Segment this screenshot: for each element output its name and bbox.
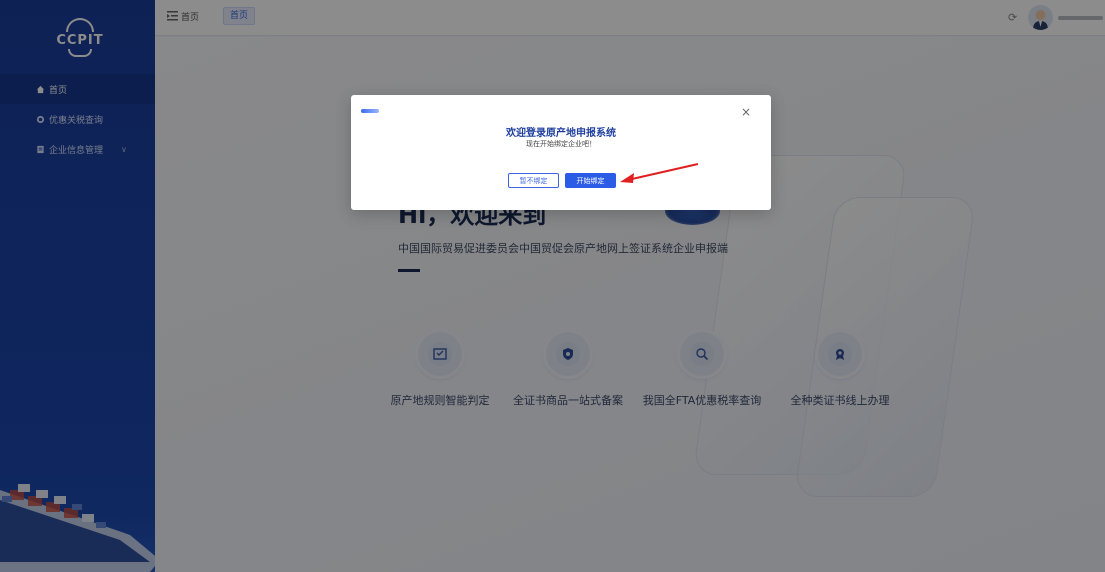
dialog-subtitle: 现在开始绑定企业吧！ — [526, 140, 596, 148]
skip-binding-button[interactable]: 暂不绑定 — [508, 173, 559, 188]
start-binding-button[interactable]: 开始绑定 — [565, 173, 616, 188]
dialog-title: 欢迎登录原产地申报系统 — [506, 128, 616, 139]
bind-enterprise-dialog: × 欢迎登录原产地申报系统 现在开始绑定企业吧！ 暂不绑定 开始绑定 — [351, 95, 771, 210]
modal-overlay[interactable] — [0, 0, 1105, 572]
close-icon[interactable]: × — [741, 105, 751, 119]
annotation-arrow-icon — [620, 163, 699, 183]
dialog-accent-bar — [361, 109, 379, 113]
